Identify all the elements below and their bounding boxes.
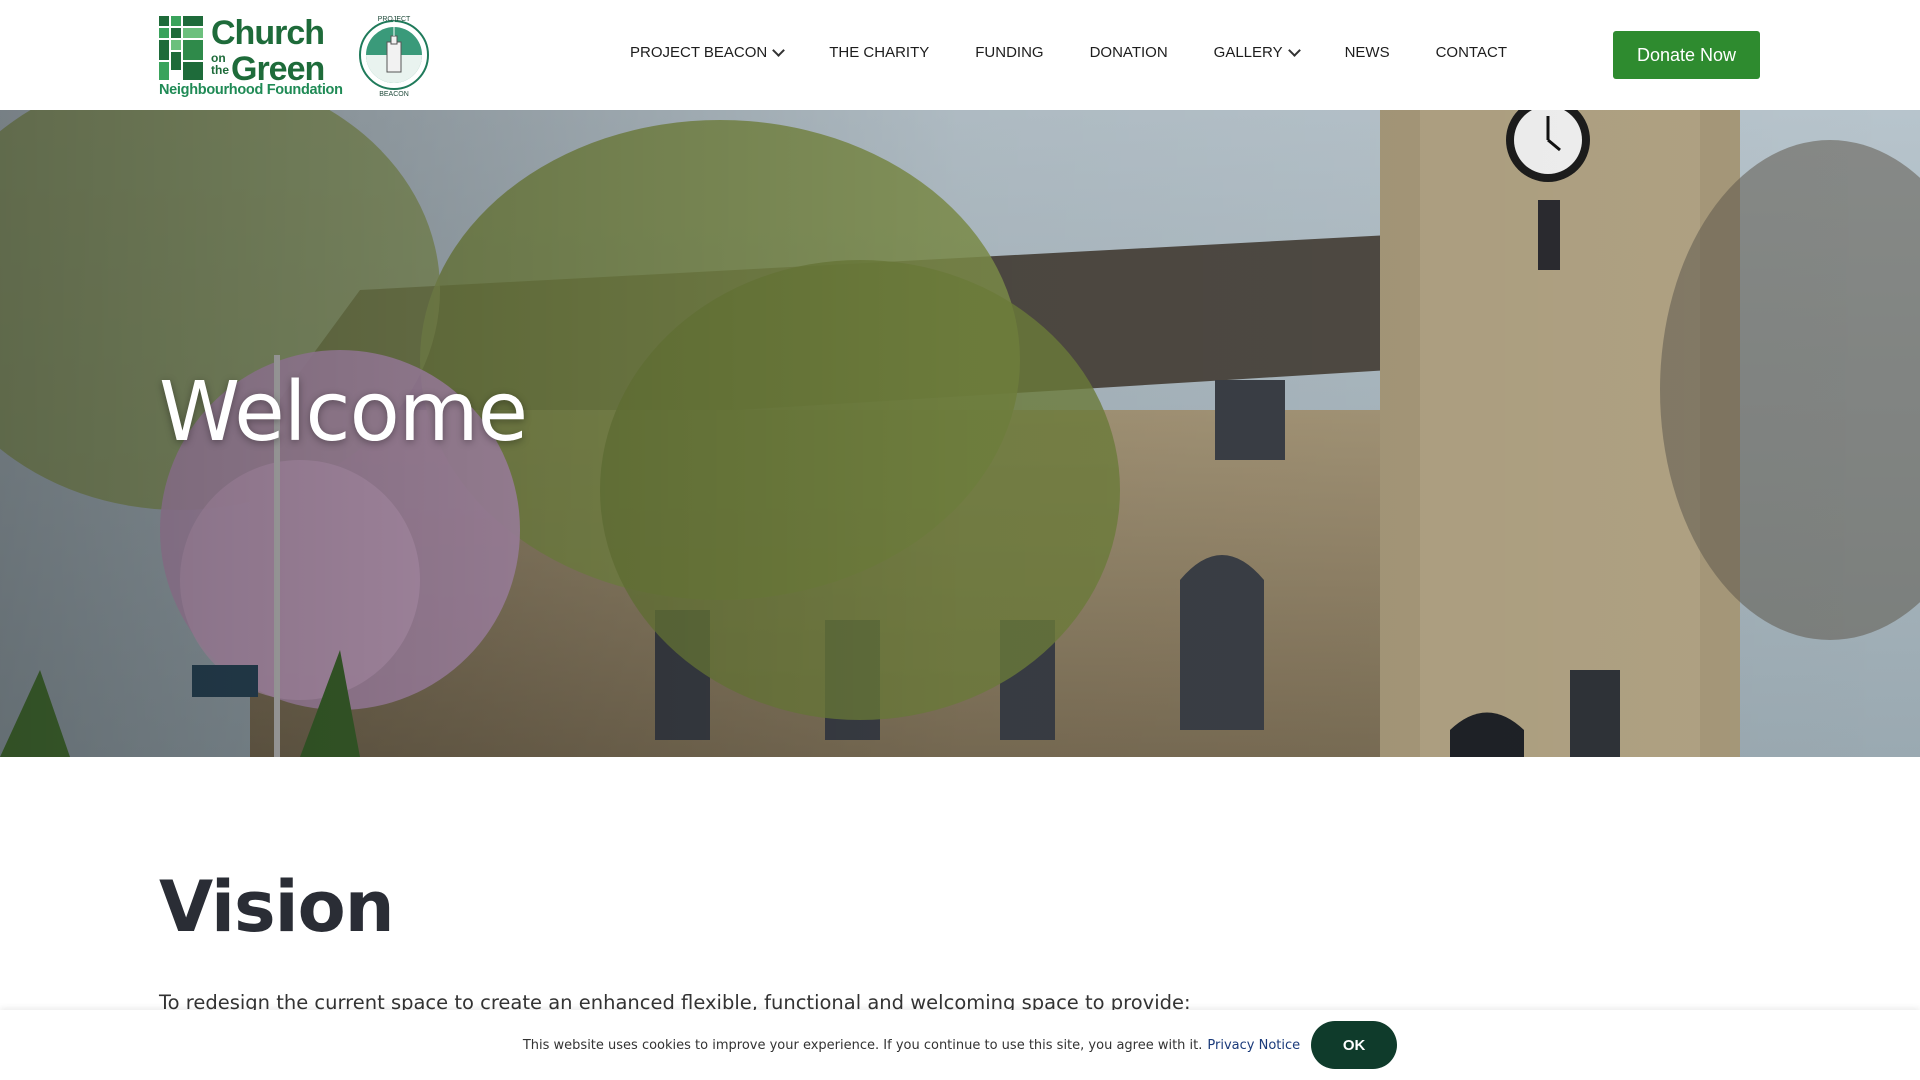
nav-label: DONATION (1089, 44, 1168, 61)
nav-label: NEWS (1344, 44, 1390, 61)
nav-label: FUNDING (975, 44, 1044, 61)
nav-label: THE CHARITY (829, 44, 930, 61)
nav-item-donation[interactable]: DONATION (1090, 44, 1168, 61)
hero-banner: Welcome (0, 110, 1920, 757)
church-on-the-green-logo[interactable]: Church on the Green Neighbourhood Founda… (159, 14, 343, 100)
nav-item-the-charity[interactable]: THE CHARITY (829, 44, 929, 61)
nav-item-project-beacon[interactable]: PROJECT BEACON (630, 43, 786, 61)
privacy-notice-link[interactable]: Privacy Notice (1207, 1038, 1300, 1053)
chevron-down-icon (1287, 43, 1301, 57)
nav-label: CONTACT (1435, 44, 1507, 61)
project-beacon-logo[interactable]: PROJECT BEACON (357, 12, 431, 98)
logo-church-text: Church (211, 14, 325, 52)
logo-foundation-text: Neighbourhood Foundation (159, 82, 343, 98)
vision-heading: Vision (159, 866, 395, 948)
cookie-banner: This website uses cookies to improve you… (0, 1010, 1920, 1080)
main-nav: PROJECT BEACON THE CHARITY FUNDING DONAT… (630, 43, 1553, 61)
beacon-bottom-text: BEACON (379, 91, 409, 98)
site-header: Church on the Green Neighbourhood Founda… (0, 0, 1920, 110)
nav-item-gallery[interactable]: GALLERY (1213, 43, 1301, 61)
chevron-down-icon (772, 43, 786, 57)
nav-item-funding[interactable]: FUNDING (975, 44, 1043, 61)
nav-item-news[interactable]: NEWS (1345, 44, 1390, 61)
nav-item-contact[interactable]: CONTACT (1436, 44, 1507, 61)
beacon-top-text: PROJECT (378, 16, 411, 23)
nav-label: PROJECT BEACON (630, 44, 768, 61)
logo-blocks-icon (159, 16, 203, 80)
cookie-message: This website uses cookies to improve you… (522, 1037, 1203, 1053)
cookie-ok-button[interactable]: OK (1311, 1021, 1398, 1069)
hero-title: Welcome (159, 365, 528, 460)
donate-now-button[interactable]: Donate Now (1613, 31, 1760, 79)
beacon-logo-icon: PROJECT BEACON (359, 16, 429, 98)
nav-label: GALLERY (1213, 44, 1283, 61)
